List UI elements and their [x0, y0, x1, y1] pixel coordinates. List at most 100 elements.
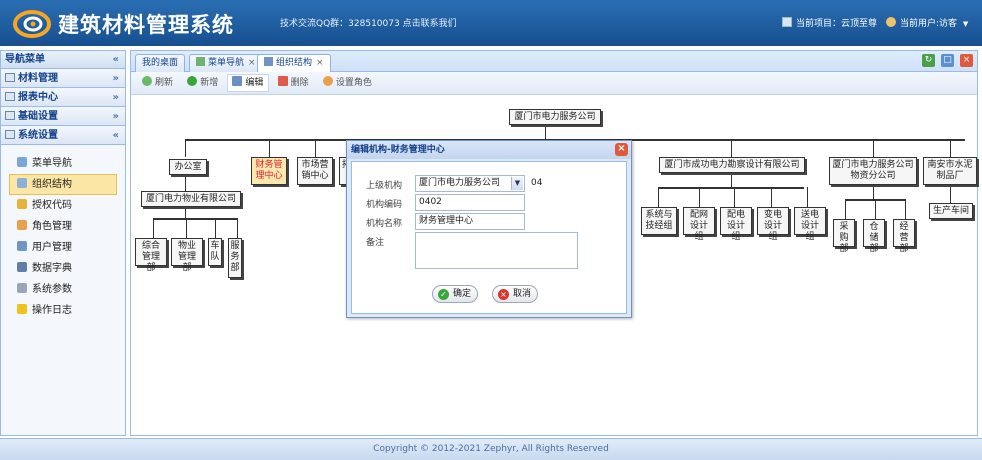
sidebar-section-base-settings[interactable]: 基础设置 » — [1, 107, 125, 126]
sidebar-item-menu-nav[interactable]: 菜单导航 — [9, 153, 117, 174]
org-node-operation[interactable]: 经营部 — [893, 219, 915, 254]
sidebar-item-data-dict[interactable]: 数据字典 — [9, 258, 117, 279]
sidebar-item-role-mgmt[interactable]: 角色管理 — [9, 216, 117, 237]
sidebar-section-label: 报表中心 — [18, 92, 58, 103]
connector-line — [153, 218, 154, 238]
sidebar-item-auth-code[interactable]: 授权代码 — [9, 195, 117, 216]
org-node-survey-design[interactable]: 厦门市成功电力勘察设计有限公司 — [659, 157, 805, 173]
org-node-finance-center[interactable]: 财务管理中心 — [251, 157, 287, 185]
parent-org-select[interactable]: 厦门市电力服务公司 ▼ — [415, 175, 525, 192]
org-node-general-mgmt[interactable]: 综合管理部 — [135, 238, 167, 273]
toolbar: 刷新 新增 编辑 删除 设置角色 — [131, 72, 977, 95]
connector-line — [315, 139, 316, 157]
tab-menu-nav[interactable]: 菜单导航 × — [189, 54, 263, 72]
connector-line — [699, 187, 700, 207]
role-icon — [17, 220, 27, 230]
tab-label: 菜单导航 — [208, 58, 245, 68]
org-node-dist-elec[interactable]: 配电设计组 — [720, 207, 752, 242]
add-button[interactable]: 新增 — [182, 74, 224, 92]
org-node-office[interactable]: 办公室 — [169, 159, 207, 175]
edit-icon — [232, 76, 243, 86]
org-icon — [264, 57, 273, 66]
org-name-input[interactable]: 财务管理中心 — [415, 213, 525, 230]
current-project[interactable]: 当前项目：云顶至尊 — [782, 16, 877, 29]
footer: Copyright © 2012-2021 Zephyr, All Rights… — [0, 438, 982, 460]
warning-icon — [17, 304, 27, 314]
sidebar-item-org-structure[interactable]: 组织结构 — [9, 174, 117, 195]
connector-line — [269, 139, 270, 157]
org-node-root[interactable]: 厦门市电力服务公司 — [509, 109, 601, 125]
org-code-label: 机构编码 — [366, 200, 403, 210]
tab-my-desktop[interactable]: 我的桌面 — [135, 54, 186, 72]
sidebar-section-materials[interactable]: 材料管理 » — [1, 69, 125, 88]
org-node-storage[interactable]: 仓储部 — [863, 219, 885, 254]
tab-label: 组织结构 — [276, 58, 313, 68]
add-label: 新增 — [200, 78, 219, 88]
dialog-title-bar[interactable]: 编辑机构-财务管理中心 × — [347, 141, 631, 159]
qq-contact-link[interactable]: 技术交流QQ群：328510073 点击联系我们 — [280, 16, 457, 29]
org-node-purchase[interactable]: 采购部 — [833, 219, 855, 254]
org-node-substation[interactable]: 变电设计组 — [757, 207, 789, 242]
org-node-property-mgmt[interactable]: 物业管理部 — [171, 238, 203, 273]
org-node-marketing-center[interactable]: 市场营销中心 — [297, 157, 333, 185]
system-settings-icon — [5, 130, 15, 139]
sidebar-item-label: 菜单导航 — [32, 158, 72, 169]
close-tab-icon[interactable]: × — [248, 58, 256, 68]
connector-line — [807, 187, 808, 207]
chevron-down-icon: ▼ — [962, 20, 969, 28]
sidebar-section-reports[interactable]: 报表中心 » — [1, 88, 125, 107]
close-icon[interactable]: × — [960, 54, 973, 67]
org-node-supply-branch[interactable]: 厦门市电力服务公司物资分公司 — [829, 157, 917, 185]
add-icon — [187, 76, 198, 86]
current-project-label: 当前项目：云顶至尊 — [796, 19, 878, 29]
sidebar-item-label: 组织结构 — [32, 179, 72, 190]
tab-label: 我的桌面 — [142, 58, 179, 68]
logo-swirl-icon — [13, 10, 51, 38]
sidebar-item-sys-params[interactable]: 系统参数 — [9, 279, 117, 300]
ok-button[interactable]: ✓ 确定 — [432, 285, 479, 303]
sidebar-section-system-settings[interactable]: 系统设置 « — [1, 126, 125, 145]
close-icon[interactable]: × — [615, 143, 628, 156]
org-node-service[interactable]: 服务部 — [228, 238, 242, 278]
sidebar-section-label: 系统设置 — [18, 130, 58, 141]
sidebar-item-user-mgmt[interactable]: 用户管理 — [9, 237, 117, 258]
connector-line — [950, 185, 951, 203]
tab-org-structure[interactable]: 组织结构 × — [257, 54, 331, 73]
edit-button[interactable]: 编辑 — [227, 74, 270, 92]
org-node-workshop[interactable]: 生产车间 — [929, 203, 973, 219]
cancel-button[interactable]: × 取消 — [492, 285, 539, 303]
menu-tree-icon — [196, 57, 205, 66]
fullscreen-icon[interactable]: □ — [941, 54, 954, 67]
refresh-icon[interactable]: ↻ — [922, 54, 935, 67]
org-code-input[interactable]: 0402 — [415, 194, 525, 211]
remark-textarea[interactable] — [415, 232, 578, 269]
close-tab-icon[interactable]: × — [316, 58, 324, 68]
sidebar-item-op-log[interactable]: 操作日志 — [9, 300, 117, 321]
connector-line — [905, 199, 906, 219]
current-user-menu[interactable]: 当前用户:访客 ▼ — [886, 16, 968, 29]
user-icon — [17, 241, 27, 251]
connector-line — [875, 199, 876, 219]
chevron-down-icon: » — [112, 92, 119, 103]
org-node-transmission[interactable]: 送电设计组 — [794, 207, 826, 242]
delete-button[interactable]: 删除 — [273, 74, 315, 92]
chevron-down-icon[interactable]: ▼ — [511, 177, 523, 190]
org-node-property-co[interactable]: 厦门电力物业有限公司 — [141, 191, 241, 207]
role-icon — [322, 76, 333, 86]
remark-label: 备注 — [366, 238, 385, 248]
connector-line — [771, 187, 772, 207]
wrench-icon — [17, 283, 27, 293]
org-node-fleet[interactable]: 车队 — [208, 238, 222, 266]
refresh-button[interactable]: 刷新 — [137, 74, 179, 92]
org-node-dist-grid[interactable]: 配网设计组 — [683, 207, 715, 242]
refresh-label: 刷新 — [155, 78, 174, 88]
org-node-sys-tech[interactable]: 系统与技经组 — [641, 207, 677, 235]
set-role-button[interactable]: 设置角色 — [318, 74, 378, 92]
collapse-sidebar-icon[interactable]: « — [113, 51, 119, 69]
cancel-label: 取消 — [513, 289, 532, 299]
sidebar-title: 导航菜单 — [5, 54, 45, 65]
chevron-down-icon: » — [112, 73, 119, 84]
org-node-cement-plant[interactable]: 南安市水泥制品厂 — [923, 157, 977, 185]
parent-org-label: 上级机构 — [366, 181, 403, 191]
connector-line — [237, 218, 238, 238]
